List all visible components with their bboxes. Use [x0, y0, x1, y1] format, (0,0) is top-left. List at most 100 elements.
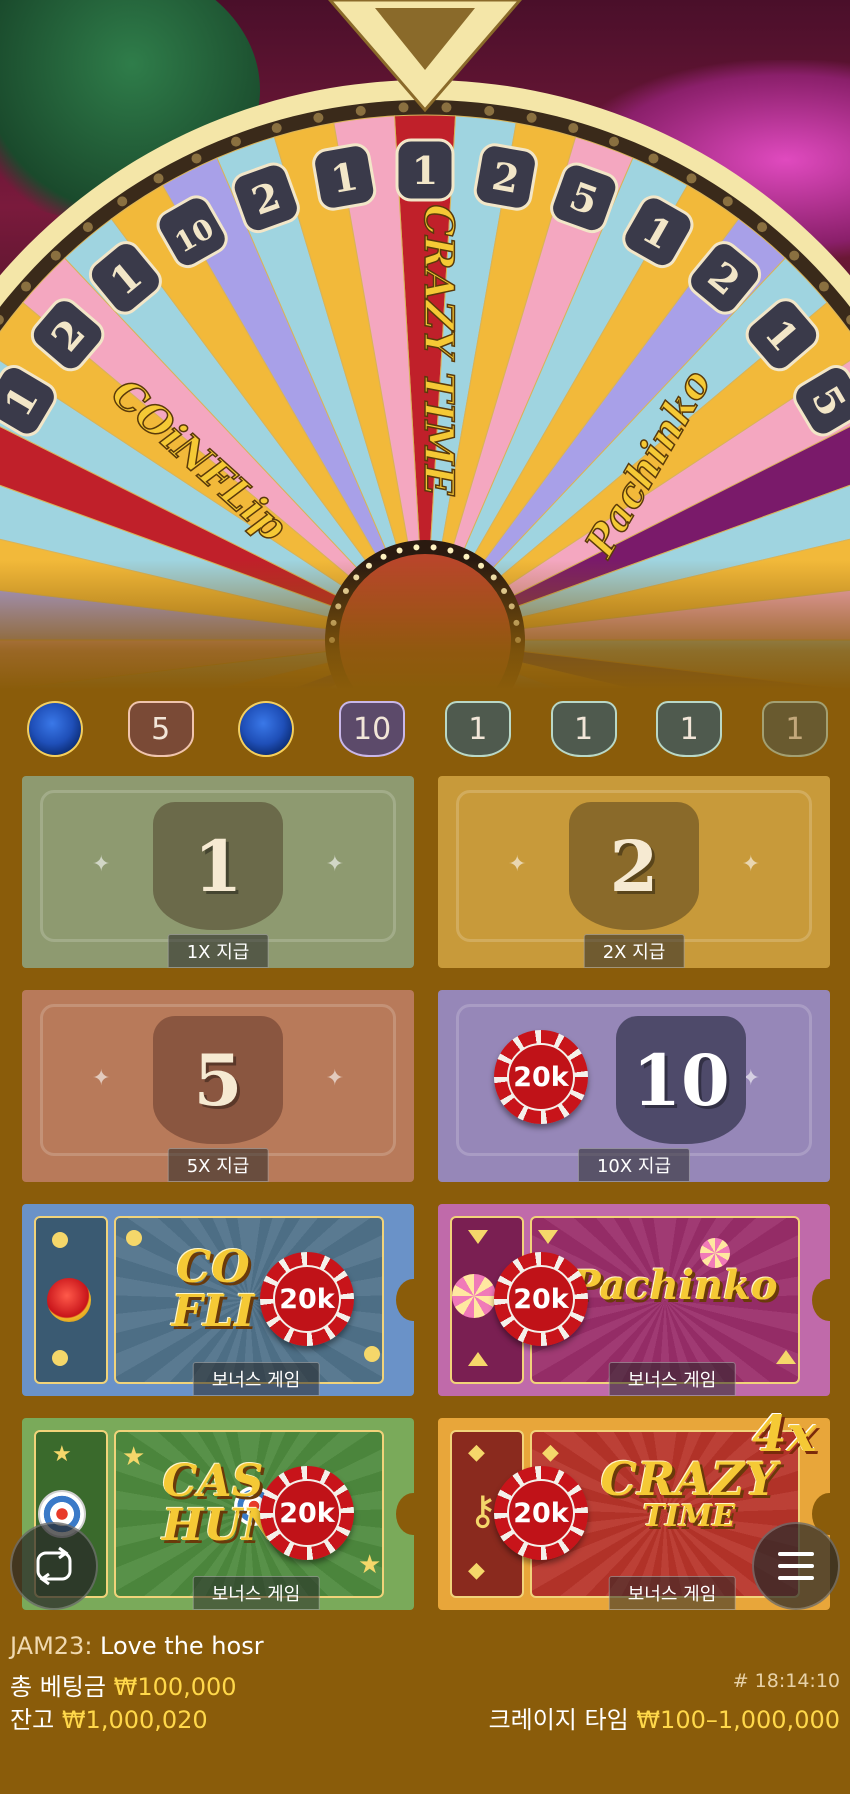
ticket-notch — [396, 1493, 414, 1535]
rim-bolt — [526, 112, 537, 123]
history-number: 1 — [550, 701, 617, 757]
bet-spot-pachinko[interactable]: Pachinko 20k 보너스 게임 — [438, 1204, 830, 1396]
history-item: 1 — [550, 699, 617, 759]
payout-label: 1X 지급 — [167, 934, 269, 968]
bonus-title: CO FLI — [162, 1246, 264, 1334]
bet-number: 5 — [153, 1016, 283, 1144]
bet-number: 2 — [569, 802, 699, 930]
hub-light — [430, 544, 437, 551]
candy-icon — [452, 1274, 496, 1318]
limits-label: 크레이지 타임 — [488, 1706, 629, 1734]
chip-value: 20k — [507, 1265, 575, 1333]
bet-spot-10[interactable]: ✦ 10 20k 10X 지급 — [438, 990, 830, 1182]
payout-label: 10X 지급 — [577, 1148, 691, 1182]
table-limits[interactable]: 크레이지 타임 ₩100–1,000,000 — [489, 1700, 840, 1735]
rim-bolt — [722, 196, 733, 207]
bet-spot-1[interactable]: ✦ ✦ 1 1X 지급 — [22, 776, 414, 968]
rim-bolt — [191, 153, 202, 164]
history-item: 1 — [444, 699, 511, 759]
bet-number: 10 — [616, 1016, 747, 1144]
sparkle-icon: ✦ — [508, 852, 527, 877]
bonus-game-label: 보너스 게임 — [192, 1576, 320, 1610]
triangle-up-icon — [468, 1352, 488, 1366]
round-id-time: # 18:14:10 — [732, 1670, 840, 1692]
coin-flip-icon — [238, 701, 295, 757]
total-bet-value: ₩100,000 — [113, 1673, 237, 1701]
bonus-game-label: 보너스 게임 — [192, 1362, 320, 1396]
history-item: 1 — [656, 699, 723, 759]
key-icon: ⚷ — [468, 1488, 498, 1534]
diamond-icon: ◆ — [468, 1558, 485, 1583]
rim-bolt — [648, 153, 659, 164]
chat-text: Love the hosr — [100, 1632, 264, 1660]
balance-value: ₩1,000,020 — [61, 1706, 208, 1734]
history-item — [22, 699, 88, 759]
bet-chip[interactable]: 20k — [260, 1252, 354, 1346]
rim-bolt — [609, 136, 620, 147]
history-number: 1 — [761, 701, 828, 757]
rim-bolt — [818, 281, 829, 292]
bet-chip[interactable]: 20k — [494, 1252, 588, 1346]
bet-chip[interactable]: 20k — [260, 1466, 354, 1560]
game-wheel-view: 1 2 1 10 2 1 1 2 5 1 2 1 5 COiNFLip CRAZY TIME Pachinko — [0, 0, 850, 690]
menu-button[interactable] — [752, 1522, 840, 1610]
rim-bolt — [271, 123, 282, 134]
history-number: 1 — [444, 701, 511, 757]
bonus-title: CAS HUN — [162, 1456, 283, 1551]
ticket-notch — [396, 1279, 414, 1321]
bet-chip[interactable]: 20k — [494, 1466, 588, 1560]
rim-bolt — [153, 173, 164, 184]
triangle-down-icon — [468, 1230, 488, 1244]
decor-dot — [126, 1230, 142, 1246]
hub-light — [380, 553, 387, 560]
balance: 잔고 ₩1,000,020 — [10, 1700, 208, 1735]
bonus-title-line: CAS — [162, 1456, 264, 1507]
decor-dot — [52, 1232, 68, 1248]
bet-spot-coin-flip[interactable]: CO FLI 20k 보너스 게임 — [22, 1204, 414, 1396]
triangle-up-icon — [776, 1350, 796, 1364]
sparkle-icon: ✦ — [92, 852, 111, 877]
bonus-title: CRAZY TIME — [578, 1456, 800, 1532]
sparkle-icon: ✦ — [741, 852, 760, 877]
bet-number: 1 — [153, 802, 283, 930]
bonus-title-line: CO — [176, 1242, 250, 1293]
history-item: 5 — [127, 699, 194, 759]
limits-value: ₩100–1,000,000 — [636, 1706, 840, 1734]
bet-spot-5[interactable]: ✦ ✦ 5 5X 지급 — [22, 990, 414, 1182]
star-icon: ★ — [358, 1550, 382, 1580]
balance-label: 잔고 — [10, 1706, 55, 1734]
rim-bolt — [441, 102, 452, 113]
wheel-number: 1 — [412, 148, 438, 193]
rim-bolt — [568, 123, 579, 134]
total-bet-label: 총 베팅금 — [10, 1673, 106, 1701]
rim-bolt — [484, 105, 495, 116]
repeat-icon — [36, 1546, 72, 1586]
bet-chip[interactable]: 20k — [494, 1030, 588, 1124]
wheel-number-badge: 1 — [312, 143, 377, 211]
coin-flip-icon — [47, 1278, 91, 1322]
repeat-bet-button[interactable] — [10, 1522, 98, 1610]
bonus-title-line: HUN — [162, 1500, 283, 1551]
bet-spot-2[interactable]: ✦ ✦ 2 2X 지급 — [438, 776, 830, 968]
payout-label: 5X 지급 — [167, 1148, 269, 1182]
chip-value: 20k — [507, 1043, 575, 1111]
chip-value: 20k — [273, 1265, 341, 1333]
bonus-title-line: FLI — [171, 1286, 255, 1337]
sparkle-icon: ✦ — [92, 1066, 111, 1091]
chip-value: 20k — [273, 1479, 341, 1547]
diamond-icon: ◆ — [542, 1440, 559, 1465]
total-bet: 총 베팅금 ₩100,000 — [10, 1667, 237, 1702]
bonus-title-line: TIME — [642, 1499, 736, 1534]
coin-flip-icon — [27, 701, 83, 757]
history-number: 5 — [127, 701, 194, 757]
rim-bolt — [757, 222, 768, 233]
history-number: 10 — [339, 701, 406, 757]
rim-bolt — [50, 250, 61, 261]
payout-label: 2X 지급 — [583, 934, 685, 968]
wheel-number-badge: 1 — [395, 138, 455, 202]
chat-username: JAM23: — [10, 1632, 93, 1660]
bonus-game-label: 보너스 게임 — [608, 1362, 736, 1396]
sparkle-icon: ✦ — [325, 1066, 344, 1091]
hub-light — [413, 544, 420, 551]
wheel-fade — [0, 560, 850, 690]
